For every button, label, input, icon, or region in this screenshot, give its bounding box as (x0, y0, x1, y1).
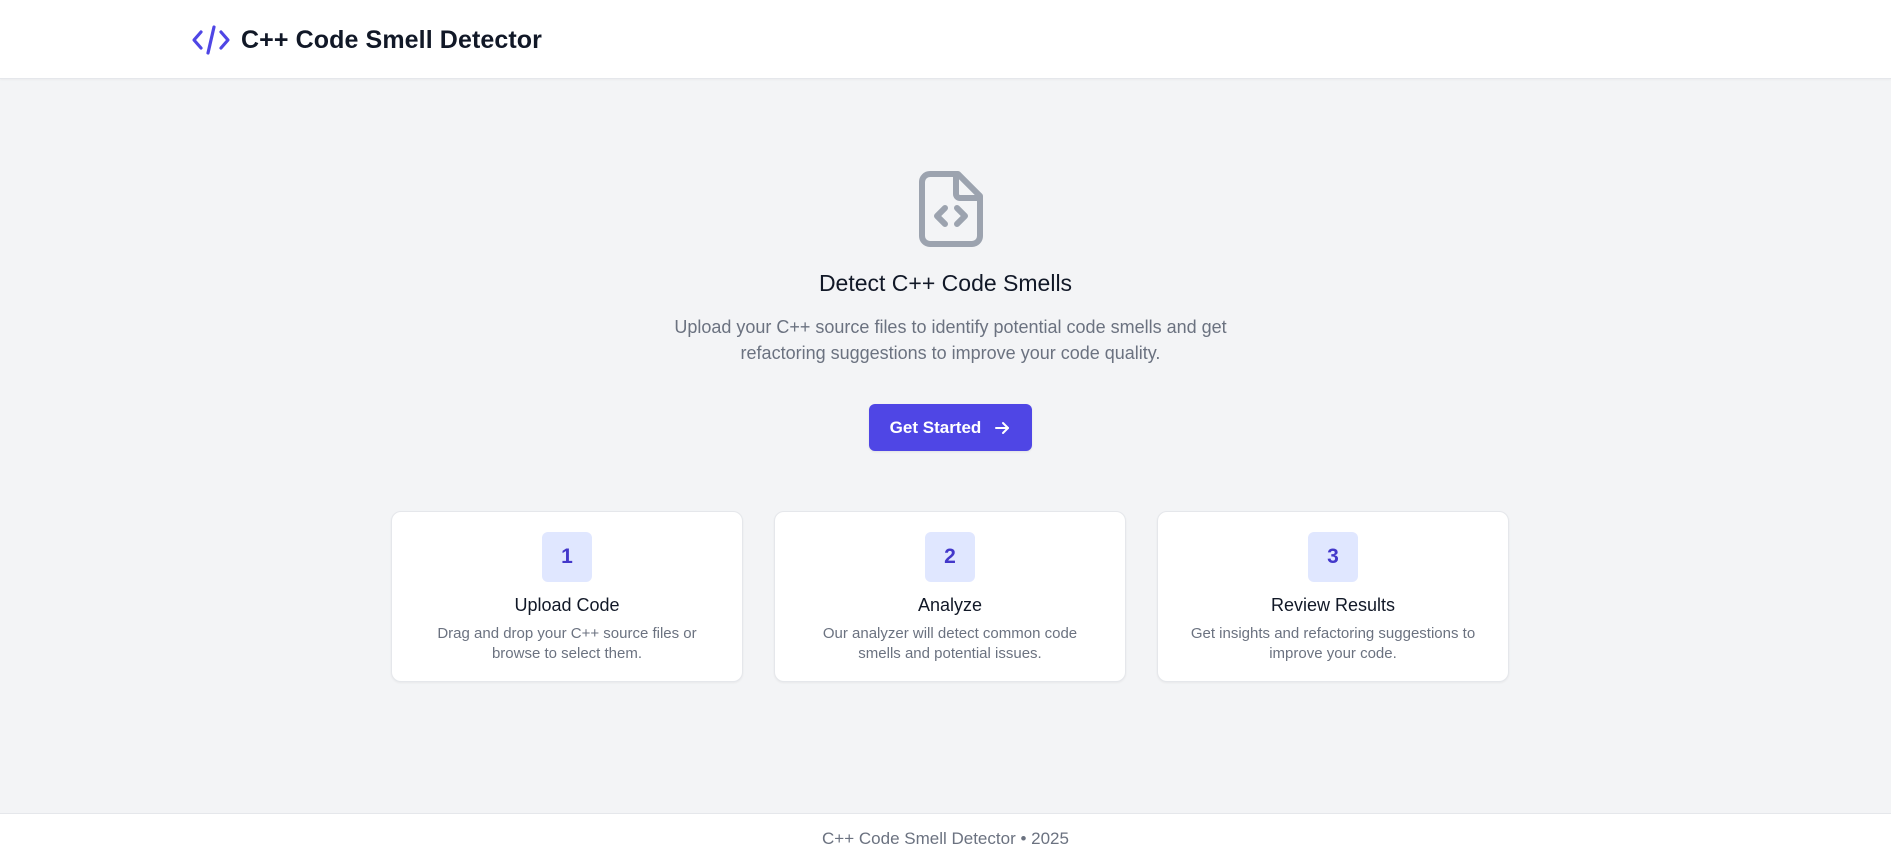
app-footer: C++ Code Smell Detector • 2025 (0, 813, 1891, 865)
arrow-right-icon (995, 421, 1010, 434)
page: C++ Code Smell Detector Detect C++ Code … (0, 0, 1891, 865)
step-description: Our analyzer will detect common code sme… (822, 625, 1078, 662)
code-icon (192, 25, 230, 55)
hero-title: Detect C++ Code Smells (818, 270, 1073, 296)
step-number-badge: 1 (542, 532, 592, 582)
step-card-upload-code: 1 Upload Code Drag and drop your C++ sou… (391, 511, 743, 682)
step-number-badge: 3 (1308, 532, 1358, 582)
step-title: Upload Code (514, 595, 620, 615)
step-title: Review Results (1270, 595, 1396, 615)
hero-description: Upload your C++ source files to identify… (674, 317, 1227, 363)
step-card-analyze: 2 Analyze Our analyzer will detect commo… (774, 511, 1126, 682)
get-started-label: Get Started (889, 417, 982, 437)
file-code-icon (919, 171, 983, 247)
step-description: Get insights and refactoring suggestions… (1190, 625, 1476, 662)
step-number-badge: 2 (925, 532, 975, 582)
step-card-review-results: 3 Review Results Get insights and refact… (1157, 511, 1509, 682)
get-started-button[interactable]: Get Started (869, 404, 1032, 451)
footer-text: C++ Code Smell Detector • 2025 (822, 829, 1069, 848)
brand[interactable]: C++ Code Smell Detector (191, 21, 542, 59)
app-title: C++ Code Smell Detector (241, 25, 543, 54)
step-title: Analyze (917, 595, 983, 615)
app-header: C++ Code Smell Detector (0, 0, 1891, 79)
step-description: Drag and drop your C++ source files or b… (437, 625, 697, 662)
